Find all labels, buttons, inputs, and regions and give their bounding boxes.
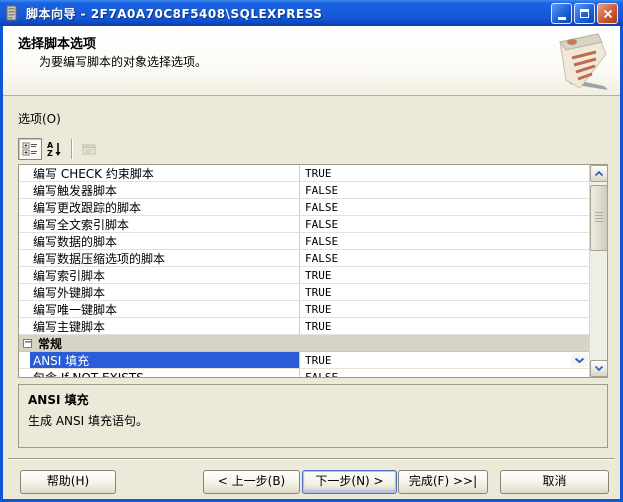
property-grid: 编写 CHECK 约束脚本TRUE编写触发器脚本FALSE编写更改跟踪的脚本FA…	[18, 164, 608, 378]
property-row[interactable]: 编写索引脚本TRUE	[19, 267, 589, 284]
collapse-icon[interactable]: −	[23, 339, 32, 348]
property-label: 编写全文索引脚本	[30, 216, 299, 232]
property-row[interactable]: 编写主键脚本TRUE	[19, 318, 589, 335]
categorized-icon	[22, 141, 38, 157]
next-button[interactable]: 下一步(N) >	[302, 470, 397, 494]
close-icon	[603, 9, 613, 19]
property-grid-toolbar: A Z	[18, 137, 101, 161]
property-label-cell[interactable]: 编写索引脚本	[19, 267, 300, 283]
app-icon	[5, 5, 21, 21]
property-label: ANSI 填充	[30, 352, 299, 368]
property-label-cell[interactable]: 编写数据压缩选项的脚本	[19, 250, 300, 266]
vertical-scrollbar[interactable]	[589, 165, 607, 377]
maximize-icon	[580, 9, 589, 18]
category-row[interactable]: −常规	[19, 335, 589, 352]
property-label-cell[interactable]: 编写 CHECK 约束脚本	[19, 165, 300, 181]
chevron-down-icon	[574, 357, 585, 364]
toolbar-separator	[71, 139, 72, 159]
property-row[interactable]: 编写触发器脚本FALSE	[19, 182, 589, 199]
description-text: 生成 ANSI 填充语句。	[28, 412, 598, 429]
dialog-client-area: 选择脚本选项 为要编写脚本的对象选择选项。 选项(O)	[3, 26, 620, 499]
scroll-up-button[interactable]	[590, 165, 608, 182]
property-value[interactable]: FALSE	[300, 182, 589, 198]
sort-alphabetical-button[interactable]: A Z	[42, 138, 66, 160]
property-label-cell[interactable]: 编写全文索引脚本	[19, 216, 300, 232]
back-button[interactable]: < 上一步(B)	[203, 470, 300, 494]
property-row[interactable]: 编写外键脚本TRUE	[19, 284, 589, 301]
sort-alphabetical-icon: A Z	[46, 141, 62, 157]
options-label: 选项(O)	[18, 110, 61, 127]
property-label-cell[interactable]: 编写数据的脚本	[19, 233, 300, 249]
property-value[interactable]: TRUE	[300, 352, 589, 368]
property-label-cell[interactable]: 编写唯一键脚本	[19, 301, 300, 317]
property-value[interactable]: TRUE	[300, 284, 589, 300]
property-row[interactable]: 编写数据的脚本FALSE	[19, 233, 589, 250]
property-rows: 编写 CHECK 约束脚本TRUE编写触发器脚本FALSE编写更改跟踪的脚本FA…	[19, 165, 589, 377]
chevron-down-icon	[594, 365, 604, 372]
property-value[interactable]: FALSE	[300, 216, 589, 232]
property-label: 编写 CHECK 约束脚本	[30, 165, 299, 181]
property-label: 包含 If NOT EXISTS	[30, 369, 299, 377]
maximize-button[interactable]	[574, 3, 595, 24]
property-label: 编写主键脚本	[30, 318, 299, 334]
property-label: 编写索引脚本	[30, 267, 299, 283]
property-row[interactable]: 编写唯一键脚本TRUE	[19, 301, 589, 318]
property-row[interactable]: 编写全文索引脚本FALSE	[19, 216, 589, 233]
property-row[interactable]: 包含 If NOT EXISTSFALSE	[19, 369, 589, 377]
property-row[interactable]: 编写 CHECK 约束脚本TRUE	[19, 165, 589, 182]
property-label-cell[interactable]: 编写更改跟踪的脚本	[19, 199, 300, 215]
footer-separator	[8, 458, 615, 460]
script-scroll-icon	[546, 28, 614, 92]
property-row[interactable]: ANSI 填充TRUE	[19, 352, 589, 369]
property-value[interactable]: TRUE	[300, 165, 589, 181]
window-title: 脚本向导 - 2F7A0A70C8F5408\SQLEXPRESS	[26, 5, 322, 22]
wizard-header: 选择脚本选项 为要编写脚本的对象选择选项。	[3, 26, 620, 96]
property-value[interactable]: TRUE	[300, 267, 589, 283]
help-button[interactable]: 帮助(H)	[20, 470, 116, 494]
property-value[interactable]: FALSE	[300, 369, 589, 377]
scroll-down-button[interactable]	[590, 360, 608, 377]
property-label-cell[interactable]: 编写触发器脚本	[19, 182, 300, 198]
svg-text:Z: Z	[47, 149, 53, 157]
property-pages-button[interactable]	[77, 138, 101, 160]
property-row[interactable]: 编写更改跟踪的脚本FALSE	[19, 199, 589, 216]
script-wizard-window: 脚本向导 - 2F7A0A70C8F5408\SQLEXPRESS 选择脚本选项…	[0, 0, 623, 502]
property-label: 编写外键脚本	[30, 284, 299, 300]
property-value[interactable]: TRUE	[300, 318, 589, 334]
categorized-button[interactable]	[18, 138, 42, 160]
property-row[interactable]: 编写数据压缩选项的脚本FALSE	[19, 250, 589, 267]
property-label-cell[interactable]: ANSI 填充	[19, 352, 300, 368]
value-dropdown-button[interactable]	[571, 353, 588, 367]
property-value[interactable]: FALSE	[300, 199, 589, 215]
property-label: 编写更改跟踪的脚本	[30, 199, 299, 215]
property-label: 编写触发器脚本	[30, 182, 299, 198]
page-title: 选择脚本选项	[18, 33, 96, 52]
property-value[interactable]: FALSE	[300, 250, 589, 266]
property-label: 编写数据的脚本	[30, 233, 299, 249]
cancel-button[interactable]: 取消	[500, 470, 609, 494]
property-label-cell[interactable]: 包含 If NOT EXISTS	[19, 369, 300, 377]
property-value[interactable]: TRUE	[300, 301, 589, 317]
description-panel: ANSI 填充 生成 ANSI 填充语句。	[18, 384, 608, 448]
property-label: 编写唯一键脚本	[30, 301, 299, 317]
description-title: ANSI 填充	[28, 391, 598, 408]
property-label-cell[interactable]: 编写外键脚本	[19, 284, 300, 300]
category-label: 常规	[38, 335, 62, 352]
scrollbar-thumb[interactable]	[590, 185, 608, 251]
property-value[interactable]: FALSE	[300, 233, 589, 249]
chevron-up-icon	[594, 170, 604, 177]
finish-button[interactable]: 完成(F) >>|	[398, 470, 488, 494]
minimize-icon	[558, 17, 566, 20]
property-label-cell[interactable]: 编写主键脚本	[19, 318, 300, 334]
minimize-button[interactable]	[551, 3, 572, 24]
property-label: 编写数据压缩选项的脚本	[30, 250, 299, 266]
close-button[interactable]	[597, 3, 618, 24]
titlebar[interactable]: 脚本向导 - 2F7A0A70C8F5408\SQLEXPRESS	[0, 0, 623, 26]
property-pages-icon	[81, 141, 97, 157]
page-subtitle: 为要编写脚本的对象选择选项。	[39, 53, 207, 70]
